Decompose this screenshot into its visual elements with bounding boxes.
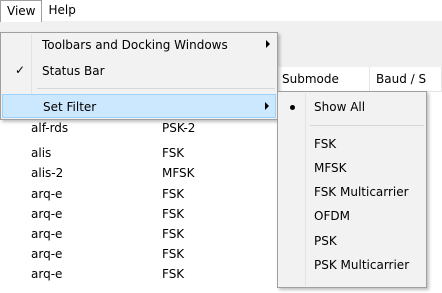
row-mode: FSK	[162, 267, 185, 281]
menu-item-label: Status Bar	[42, 64, 105, 78]
row-name: arq-e	[31, 227, 63, 241]
filter-item-label: FSK Multicarrier	[314, 185, 409, 199]
menu-item-label: Toolbars and Docking Windows	[42, 38, 228, 52]
filter-item-psk-multicarrier[interactable]: PSK Multicarrier	[279, 253, 425, 277]
row-name: alis-2	[31, 166, 64, 180]
filter-item-psk[interactable]: PSK	[279, 229, 425, 253]
table-row[interactable]: arq-e FSK	[0, 186, 276, 204]
row-name: arq-e	[31, 247, 63, 261]
menu-help[interactable]: Help	[42, 0, 81, 22]
filter-submenu: Show All FSK MFSK FSK Multicarrier OFDM …	[277, 91, 427, 288]
filter-item-label: FSK	[314, 137, 337, 151]
row-name: arq-e	[31, 187, 63, 201]
filter-item-mfsk[interactable]: MFSK	[279, 156, 425, 180]
filter-item-label: PSK Multicarrier	[314, 258, 410, 272]
row-mode: FSK	[162, 247, 185, 261]
row-mode: FSK	[162, 207, 185, 221]
menu-view[interactable]: View	[0, 0, 43, 22]
table-row[interactable]: arq-e FSK	[0, 206, 276, 224]
filter-item-show-all[interactable]: Show All	[279, 95, 425, 119]
menu-item-label: Set Filter	[43, 100, 97, 114]
filter-item-label: OFDM	[314, 209, 350, 223]
row-mode: FSK	[162, 146, 185, 160]
filter-item-label: MFSK	[314, 161, 347, 175]
view-dropdown-menu: Toolbars and Docking Windows ✓ Status Ba…	[0, 32, 278, 120]
submenu-arrow-icon	[266, 40, 270, 48]
row-name: alf-rds	[31, 121, 69, 135]
row-name: alis	[31, 146, 52, 160]
table-row[interactable]: arq-e FSK	[0, 246, 276, 264]
row-name: arq-e	[31, 267, 63, 281]
table-row[interactable]: alis-2 MFSK	[0, 165, 276, 183]
row-mode: PSK-2	[162, 121, 196, 135]
row-mode: FSK	[162, 227, 185, 241]
radio-bullet-icon	[290, 105, 295, 110]
filter-item-ofdm[interactable]: OFDM	[279, 204, 425, 228]
submenu-separator	[310, 125, 424, 126]
menu-bar: View Help	[0, 0, 442, 22]
filter-item-fsk[interactable]: FSK	[279, 132, 425, 156]
menu-item-status-bar[interactable]: ✓ Status Bar	[2, 59, 276, 83]
table-row[interactable]: arq-e FSK	[0, 226, 276, 244]
filter-item-label: PSK	[314, 234, 337, 248]
menu-separator	[37, 88, 275, 89]
table-row[interactable]: alf-rds PSK-2	[0, 120, 276, 138]
row-mode: MFSK	[162, 166, 195, 180]
filter-item-label: Show All	[314, 100, 366, 114]
table-row[interactable]: alis FSK	[0, 145, 276, 163]
filter-item-fsk-multicarrier[interactable]: FSK Multicarrier	[279, 180, 425, 204]
row-mode: FSK	[162, 187, 185, 201]
column-header-submode[interactable]: Submode	[276, 67, 370, 92]
checkmark-icon: ✓	[15, 63, 26, 77]
table-row[interactable]: arq-e FSK	[0, 266, 276, 284]
column-header-baud[interactable]: Baud / S	[370, 67, 442, 92]
row-name: arq-e	[31, 207, 63, 221]
submenu-arrow-icon	[265, 102, 269, 110]
menu-item-set-filter[interactable]: Set Filter	[2, 94, 276, 118]
menu-item-toolbars-docking[interactable]: Toolbars and Docking Windows	[2, 33, 276, 57]
